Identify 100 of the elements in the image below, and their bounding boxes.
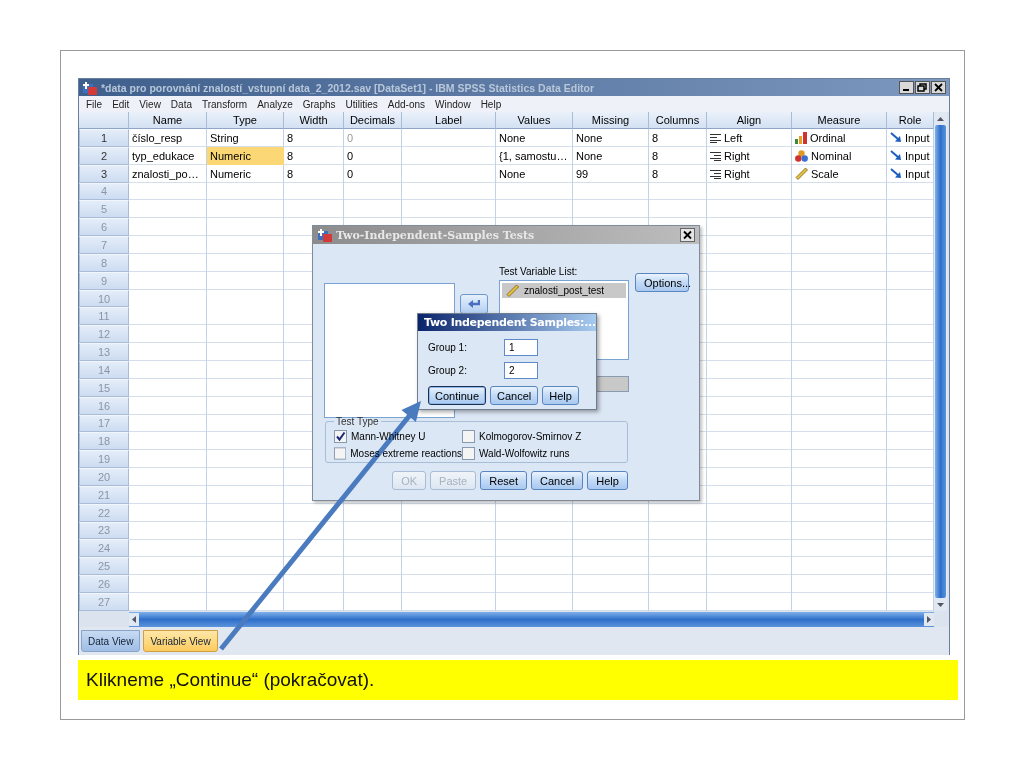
table-cell[interactable]: 8 bbox=[649, 129, 707, 147]
app-icon bbox=[82, 80, 98, 95]
table-cell[interactable]: 8 bbox=[649, 164, 707, 183]
view-tab[interactable]: Data View bbox=[81, 630, 141, 652]
menu-item[interactable]: File bbox=[81, 98, 108, 110]
maximize-icon[interactable] bbox=[915, 81, 930, 94]
dialog-button[interactable]: Continue bbox=[428, 386, 487, 405]
checkbox[interactable] bbox=[462, 430, 475, 443]
cell-text: Input bbox=[905, 131, 930, 144]
scrollbar-thumb[interactable] bbox=[935, 125, 946, 598]
caption-bar: Klikneme „Continue“ (pokračovat). bbox=[78, 660, 958, 700]
dialog-button[interactable]: Cancel bbox=[530, 471, 584, 490]
item-text: znalosti_post_test bbox=[524, 285, 605, 296]
input-field[interactable]: 1 bbox=[504, 339, 538, 356]
app-icon bbox=[317, 228, 333, 242]
column-header: Align bbox=[707, 112, 792, 129]
checkbox[interactable] bbox=[334, 447, 347, 460]
checkbox[interactable] bbox=[462, 447, 475, 460]
table-cell[interactable]: číslo_resp bbox=[129, 129, 207, 147]
cell-text: Right bbox=[724, 149, 750, 162]
scroll-left-icon[interactable] bbox=[129, 612, 139, 626]
table-cell[interactable]: 8 bbox=[284, 129, 344, 147]
dialog-button[interactable]: Help bbox=[587, 471, 628, 490]
column-header: Columns bbox=[649, 112, 707, 129]
cell-text: Input bbox=[905, 149, 930, 162]
menu-item[interactable]: Edit bbox=[107, 98, 135, 110]
menu-item[interactable]: Transform bbox=[197, 98, 253, 110]
menu-item[interactable]: Data bbox=[165, 98, 197, 110]
ruler-icon bbox=[506, 284, 519, 297]
table-cell[interactable]: typ_edukace bbox=[129, 146, 207, 165]
arrow-icon bbox=[890, 168, 902, 180]
menu-item[interactable]: Help bbox=[475, 98, 507, 110]
table-cell[interactable]: 8 bbox=[649, 146, 707, 165]
table-cell[interactable]: None bbox=[496, 129, 573, 147]
column-header: Missing bbox=[573, 112, 649, 129]
align-left-icon bbox=[710, 132, 721, 143]
align-right-icon bbox=[710, 168, 721, 179]
menu-item[interactable]: Graphs bbox=[297, 98, 341, 110]
arrow-icon bbox=[468, 299, 480, 309]
cell-text: Input bbox=[905, 167, 930, 180]
menu-item[interactable]: Analyze bbox=[252, 98, 298, 110]
options-button[interactable]: Options... bbox=[635, 273, 689, 292]
table-cell[interactable]: {1, samostu… bbox=[496, 146, 573, 165]
cell-text: Nominal bbox=[811, 149, 852, 162]
minimize-icon[interactable] bbox=[899, 81, 914, 94]
header-corner bbox=[79, 112, 129, 129]
row-header[interactable]: 1 bbox=[79, 129, 129, 147]
view-tab[interactable]: Variable View bbox=[143, 630, 218, 652]
table-cell[interactable]: Numeric bbox=[207, 146, 284, 165]
table-cell[interactable]: 0 bbox=[344, 146, 402, 165]
table-cell[interactable]: znalosti_po… bbox=[129, 164, 207, 183]
table-cell[interactable]: 99 bbox=[573, 164, 649, 183]
arrow-icon bbox=[890, 132, 902, 144]
column-header: Label bbox=[402, 112, 496, 129]
dialog-button[interactable]: Cancel bbox=[490, 386, 539, 405]
align-right-icon bbox=[710, 150, 721, 161]
dialog-button[interactable]: Reset bbox=[480, 471, 527, 490]
close-icon[interactable] bbox=[680, 228, 695, 242]
dialog-title: Two-Independent-Samples Tests bbox=[336, 228, 536, 242]
scroll-right-icon[interactable] bbox=[924, 612, 934, 626]
group-title: Test Type bbox=[335, 416, 380, 427]
checkbox-label: Kolmogorov-Smirnov Z bbox=[479, 431, 582, 442]
circles-icon bbox=[795, 149, 808, 162]
checkbox[interactable] bbox=[334, 430, 347, 443]
cell-text: Scale bbox=[811, 167, 839, 180]
dialog-button[interactable]: Help bbox=[542, 386, 579, 405]
field-label: Group 2: bbox=[428, 365, 468, 376]
cell-text: Left bbox=[724, 131, 743, 144]
cell-text: Ordinal bbox=[810, 131, 846, 144]
column-header: Name bbox=[129, 112, 207, 129]
column-header: Type bbox=[207, 112, 284, 129]
close-icon[interactable] bbox=[931, 81, 946, 94]
table-cell[interactable]: String bbox=[207, 129, 284, 147]
move-button[interactable] bbox=[460, 294, 488, 314]
scroll-down-icon[interactable] bbox=[937, 602, 944, 607]
menu-item[interactable]: Add-ons bbox=[382, 98, 431, 110]
scroll-up-icon[interactable] bbox=[937, 116, 944, 121]
table-cell[interactable]: None bbox=[496, 164, 573, 183]
table-cell[interactable]: 8 bbox=[284, 164, 344, 183]
input-field[interactable]: 2 bbox=[504, 362, 538, 379]
table-cell[interactable]: 8 bbox=[284, 146, 344, 165]
horizontal-scrollbar[interactable] bbox=[129, 611, 934, 627]
arrow-icon bbox=[890, 150, 902, 162]
table-cell[interactable]: Numeric bbox=[207, 164, 284, 183]
cell-text: Right bbox=[724, 167, 750, 180]
checkbox-label: Wald-Wolfowitz runs bbox=[479, 448, 570, 459]
window-title: *data pro porovnání znalostí_vstupní data_2_2012.sav [DataSet1] - IBM SPSS Statistics Data Editor bbox=[101, 81, 596, 94]
menu-item[interactable]: Utilities bbox=[340, 98, 383, 110]
column-header: Values bbox=[496, 112, 573, 129]
column-header: Decimals bbox=[344, 112, 402, 129]
list-item[interactable]: znalosti_post_test bbox=[502, 283, 626, 298]
column-header: Role bbox=[887, 112, 934, 129]
menu-item[interactable]: Window bbox=[430, 98, 476, 110]
bar-chart-icon bbox=[795, 131, 807, 144]
table-cell[interactable]: None bbox=[573, 129, 649, 147]
table-cell[interactable]: 0 bbox=[344, 164, 402, 183]
column-header: Measure bbox=[792, 112, 887, 129]
menu-item[interactable]: View bbox=[134, 98, 166, 110]
column-header: Width bbox=[284, 112, 344, 129]
table-cell[interactable]: None bbox=[573, 146, 649, 165]
